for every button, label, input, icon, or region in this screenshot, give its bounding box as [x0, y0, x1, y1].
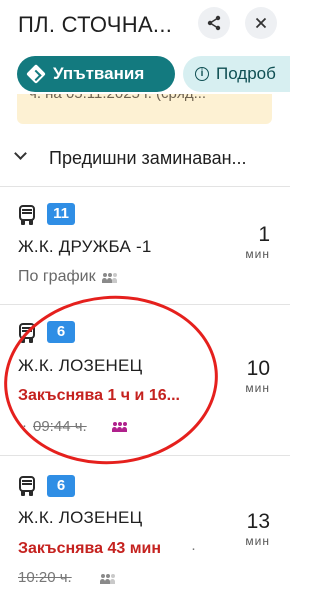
- destination: Ж.К. ДРУЖБА -1: [18, 237, 152, 256]
- scheduled-time: 10:20 ч.: [18, 569, 72, 586]
- details-button[interactable]: i Подроб: [183, 56, 290, 92]
- minutes-value: 13: [246, 510, 270, 533]
- departure-status: По график: [18, 268, 96, 285]
- service-notice[interactable]: ч. на 05.11.2025 г. (сряд...: [17, 94, 272, 124]
- departure-row[interactable]: 11 Ж.К. ДРУЖБА -1 По график 1 мин: [0, 187, 290, 304]
- minutes-value: 1: [258, 223, 270, 246]
- minutes-unit: мин: [245, 381, 270, 395]
- previous-departures-toggle[interactable]: Предишни заминаван...: [0, 140, 290, 180]
- destination: Ж.К. ЛОЗЕНЕЦ: [18, 356, 143, 375]
- share-button[interactable]: [198, 7, 230, 39]
- close-icon: [255, 17, 267, 29]
- bus-icon: [18, 205, 36, 225]
- directions-icon: [26, 64, 46, 84]
- occupancy-icon: [100, 574, 116, 584]
- route-badge: 6: [47, 321, 75, 343]
- directions-button[interactable]: Упътвания: [17, 56, 175, 92]
- close-button[interactable]: [245, 7, 277, 39]
- bus-icon: [18, 476, 36, 496]
- action-chips: Упътвания i Подроб: [0, 56, 290, 94]
- details-label: Подроб: [216, 64, 276, 83]
- minutes-until: 13 мин: [220, 510, 270, 548]
- minutes-unit: мин: [245, 534, 270, 548]
- page-title: ПЛ. СТОЧНА...: [18, 12, 173, 37]
- departure-status: Закъснява 1 ч и 16...: [18, 387, 180, 404]
- previous-departures-label: Предишни заминаван...: [49, 148, 247, 168]
- directions-label: Упътвания: [53, 64, 145, 83]
- minutes-unit: мин: [245, 247, 270, 261]
- occupancy-icon: [102, 273, 118, 283]
- minutes-until: 1 мин: [220, 223, 270, 261]
- occupancy-icon: [112, 422, 128, 432]
- notice-text: ч. на 05.11.2025 г. (сряд...: [29, 94, 206, 102]
- header: ПЛ. СТОЧНА...: [0, 0, 290, 52]
- separator-dot: ·: [191, 540, 196, 557]
- destination: Ж.К. ЛОЗЕНЕЦ: [18, 508, 143, 527]
- scheduled-time: 09:44 ч.: [33, 418, 87, 435]
- chevron-down-icon: [14, 147, 27, 160]
- minutes-value: 10: [246, 357, 270, 380]
- departure-row[interactable]: 6 Ж.К. ЛОЗЕНЕЦ Закъснява 43 мин · 10:20 …: [0, 456, 290, 594]
- bus-icon: [18, 323, 36, 343]
- route-badge: 6: [47, 475, 75, 497]
- share-icon: [207, 15, 221, 31]
- departure-row[interactable]: 6 Ж.К. ЛОЗЕНЕЦ Закъснява 1 ч и 16... · 0…: [0, 305, 290, 455]
- minutes-until: 10 мин: [220, 357, 270, 395]
- route-badge: 11: [47, 203, 75, 225]
- departure-status: Закъснява 43 мин: [18, 540, 162, 557]
- separator-dot: ·: [22, 417, 27, 434]
- info-icon: i: [195, 67, 209, 81]
